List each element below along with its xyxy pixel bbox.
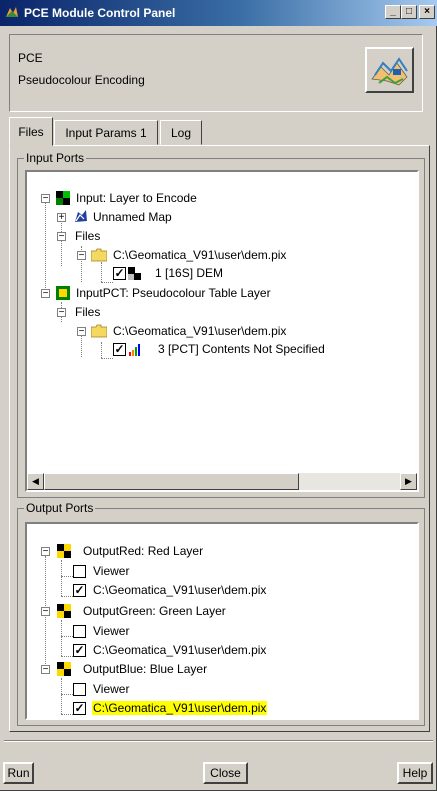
input-port-pct-layer[interactable]: − InputPCT: Pseudocolour Table Layer	[27, 285, 417, 301]
input-port-layer-to-encode[interactable]: − Input: Layer to Encode	[27, 190, 417, 206]
option-label: Viewer	[93, 682, 130, 696]
files-node[interactable]: − Files	[27, 304, 417, 320]
file-node[interactable]: − C:\Geomatica_V91\user\dem.pix	[27, 323, 417, 339]
output-port-red[interactable]: − OutputRed: Red Layer	[27, 543, 417, 559]
folder-icon	[91, 324, 107, 338]
port-label: OutputRed: Red Layer	[83, 544, 204, 558]
node-label: Files	[75, 229, 101, 243]
file-path: C:\Geomatica_V91\user\dem.pix	[113, 324, 287, 338]
folder-icon	[91, 248, 107, 262]
expand-icon[interactable]: +	[57, 213, 66, 223]
tab-input-params-1[interactable]: Input Params 1	[54, 120, 158, 145]
file-path: C:\Geomatica_V91\user\dem.pix	[93, 643, 267, 657]
map-icon	[75, 210, 87, 222]
tab-files[interactable]: Files	[9, 117, 53, 146]
channel-node[interactable]: ✓ 1 [16S] DEM	[27, 265, 417, 281]
output-port-icon	[57, 604, 71, 618]
files-node[interactable]: − Files	[27, 228, 417, 244]
output-port-icon	[57, 662, 71, 676]
collapse-icon[interactable]: −	[41, 665, 50, 675]
pct-checkbox[interactable]: ✓	[113, 343, 126, 356]
viewer-checkbox[interactable]	[73, 683, 86, 696]
collapse-icon[interactable]: −	[77, 251, 86, 261]
unnamed-map-node[interactable]: + Unnamed Map	[27, 209, 417, 225]
tab-log[interactable]: Log	[160, 120, 202, 145]
port-label: Input: Layer to Encode	[76, 191, 197, 205]
input-tree-hscrollbar[interactable]: ◀ ▶	[27, 473, 417, 490]
close-button[interactable]: Close	[203, 762, 248, 784]
port-label: OutputGreen: Green Layer	[83, 604, 226, 618]
raster-port-icon	[56, 191, 70, 205]
channel-checkbox[interactable]: ✓	[113, 267, 126, 280]
collapse-icon[interactable]: −	[41, 607, 50, 617]
module-name: Pseudocolour Encoding	[18, 73, 145, 87]
channel-label: 3 [PCT] Contents Not Specified	[158, 342, 325, 356]
input-ports-legend: Input Ports	[24, 151, 87, 165]
module-icon-button[interactable]	[365, 47, 414, 93]
port-label: OutputBlue: Blue Layer	[83, 662, 208, 676]
viewer-checkbox[interactable]	[73, 565, 86, 578]
file-node[interactable]: − C:\Geomatica_V91\user\dem.pix	[27, 247, 417, 263]
option-label: Viewer	[93, 564, 130, 578]
collapse-icon[interactable]: −	[57, 232, 66, 242]
minimize-button[interactable]: _	[385, 5, 401, 19]
collapse-icon[interactable]: −	[41, 547, 50, 557]
output-file-option[interactable]: ✓ C:\Geomatica_V91\user\dem.pix	[27, 642, 417, 658]
output-port-green[interactable]: − OutputGreen: Green Layer	[27, 603, 417, 619]
maximize-button[interactable]: □	[401, 5, 417, 19]
file-checkbox[interactable]: ✓	[73, 702, 86, 715]
module-header: PCE Pseudocolour Encoding	[9, 34, 423, 112]
viewer-option[interactable]: Viewer	[27, 681, 417, 697]
collapse-icon[interactable]: −	[57, 308, 66, 318]
pce-module-window: PCE Module Control Panel _ □ × PCE Pseud…	[0, 0, 437, 791]
pct-channel-node[interactable]: ✓ 3 [PCT] Contents Not Specified	[27, 341, 417, 357]
help-button[interactable]: Help	[397, 762, 433, 784]
port-label: InputPCT: Pseudocolour Table Layer	[76, 286, 271, 300]
collapse-icon[interactable]: −	[77, 327, 86, 337]
collapse-icon[interactable]: −	[41, 194, 50, 204]
node-label: Unnamed Map	[93, 210, 172, 224]
file-path: C:\Geomatica_V91\user\dem.pix	[113, 248, 287, 262]
file-checkbox[interactable]: ✓	[73, 644, 86, 657]
geomatica-app-icon	[6, 7, 18, 17]
input-ports-tree[interactable]: − Input: Layer to Encode + Unnamed Map −…	[25, 170, 419, 492]
window-title: PCE Module Control Panel	[24, 6, 176, 20]
scroll-right-icon[interactable]: ▶	[400, 473, 417, 490]
node-label: Files	[75, 305, 101, 319]
button-separator	[4, 740, 433, 742]
file-path-highlighted: C:\Geomatica_V91\user\dem.pix	[92, 701, 268, 715]
viewer-option[interactable]: Viewer	[27, 623, 417, 639]
output-port-icon	[57, 544, 71, 558]
pct-port-icon	[56, 286, 70, 300]
option-label: Viewer	[93, 624, 130, 638]
output-port-blue[interactable]: − OutputBlue: Blue Layer	[27, 661, 417, 677]
channel-label: 1 [16S] DEM	[155, 266, 224, 280]
title-bar[interactable]: PCE Module Control Panel _ □ ×	[0, 0, 437, 26]
module-code: PCE	[18, 51, 43, 65]
viewer-option[interactable]: Viewer	[27, 563, 417, 579]
run-button[interactable]: Run	[3, 762, 34, 784]
close-window-button[interactable]: ×	[419, 5, 435, 19]
scroll-left-icon[interactable]: ◀	[27, 473, 44, 490]
pct-bars-icon	[129, 344, 140, 356]
scroll-thumb[interactable]	[44, 473, 299, 490]
output-file-option-selected[interactable]: ✓ C:\Geomatica_V91\user\dem.pix	[27, 700, 417, 716]
grey-raster-icon	[128, 267, 141, 280]
file-path: C:\Geomatica_V91\user\dem.pix	[93, 583, 267, 597]
map-layers-icon	[371, 57, 408, 86]
viewer-checkbox[interactable]	[73, 625, 86, 638]
collapse-icon[interactable]: −	[41, 289, 50, 299]
output-file-option[interactable]: ✓ C:\Geomatica_V91\user\dem.pix	[27, 582, 417, 598]
file-checkbox[interactable]: ✓	[73, 584, 86, 597]
output-ports-legend: Output Ports	[24, 501, 96, 515]
output-ports-tree[interactable]: − OutputRed: Red Layer Viewer ✓ C:\Geoma…	[25, 522, 419, 720]
